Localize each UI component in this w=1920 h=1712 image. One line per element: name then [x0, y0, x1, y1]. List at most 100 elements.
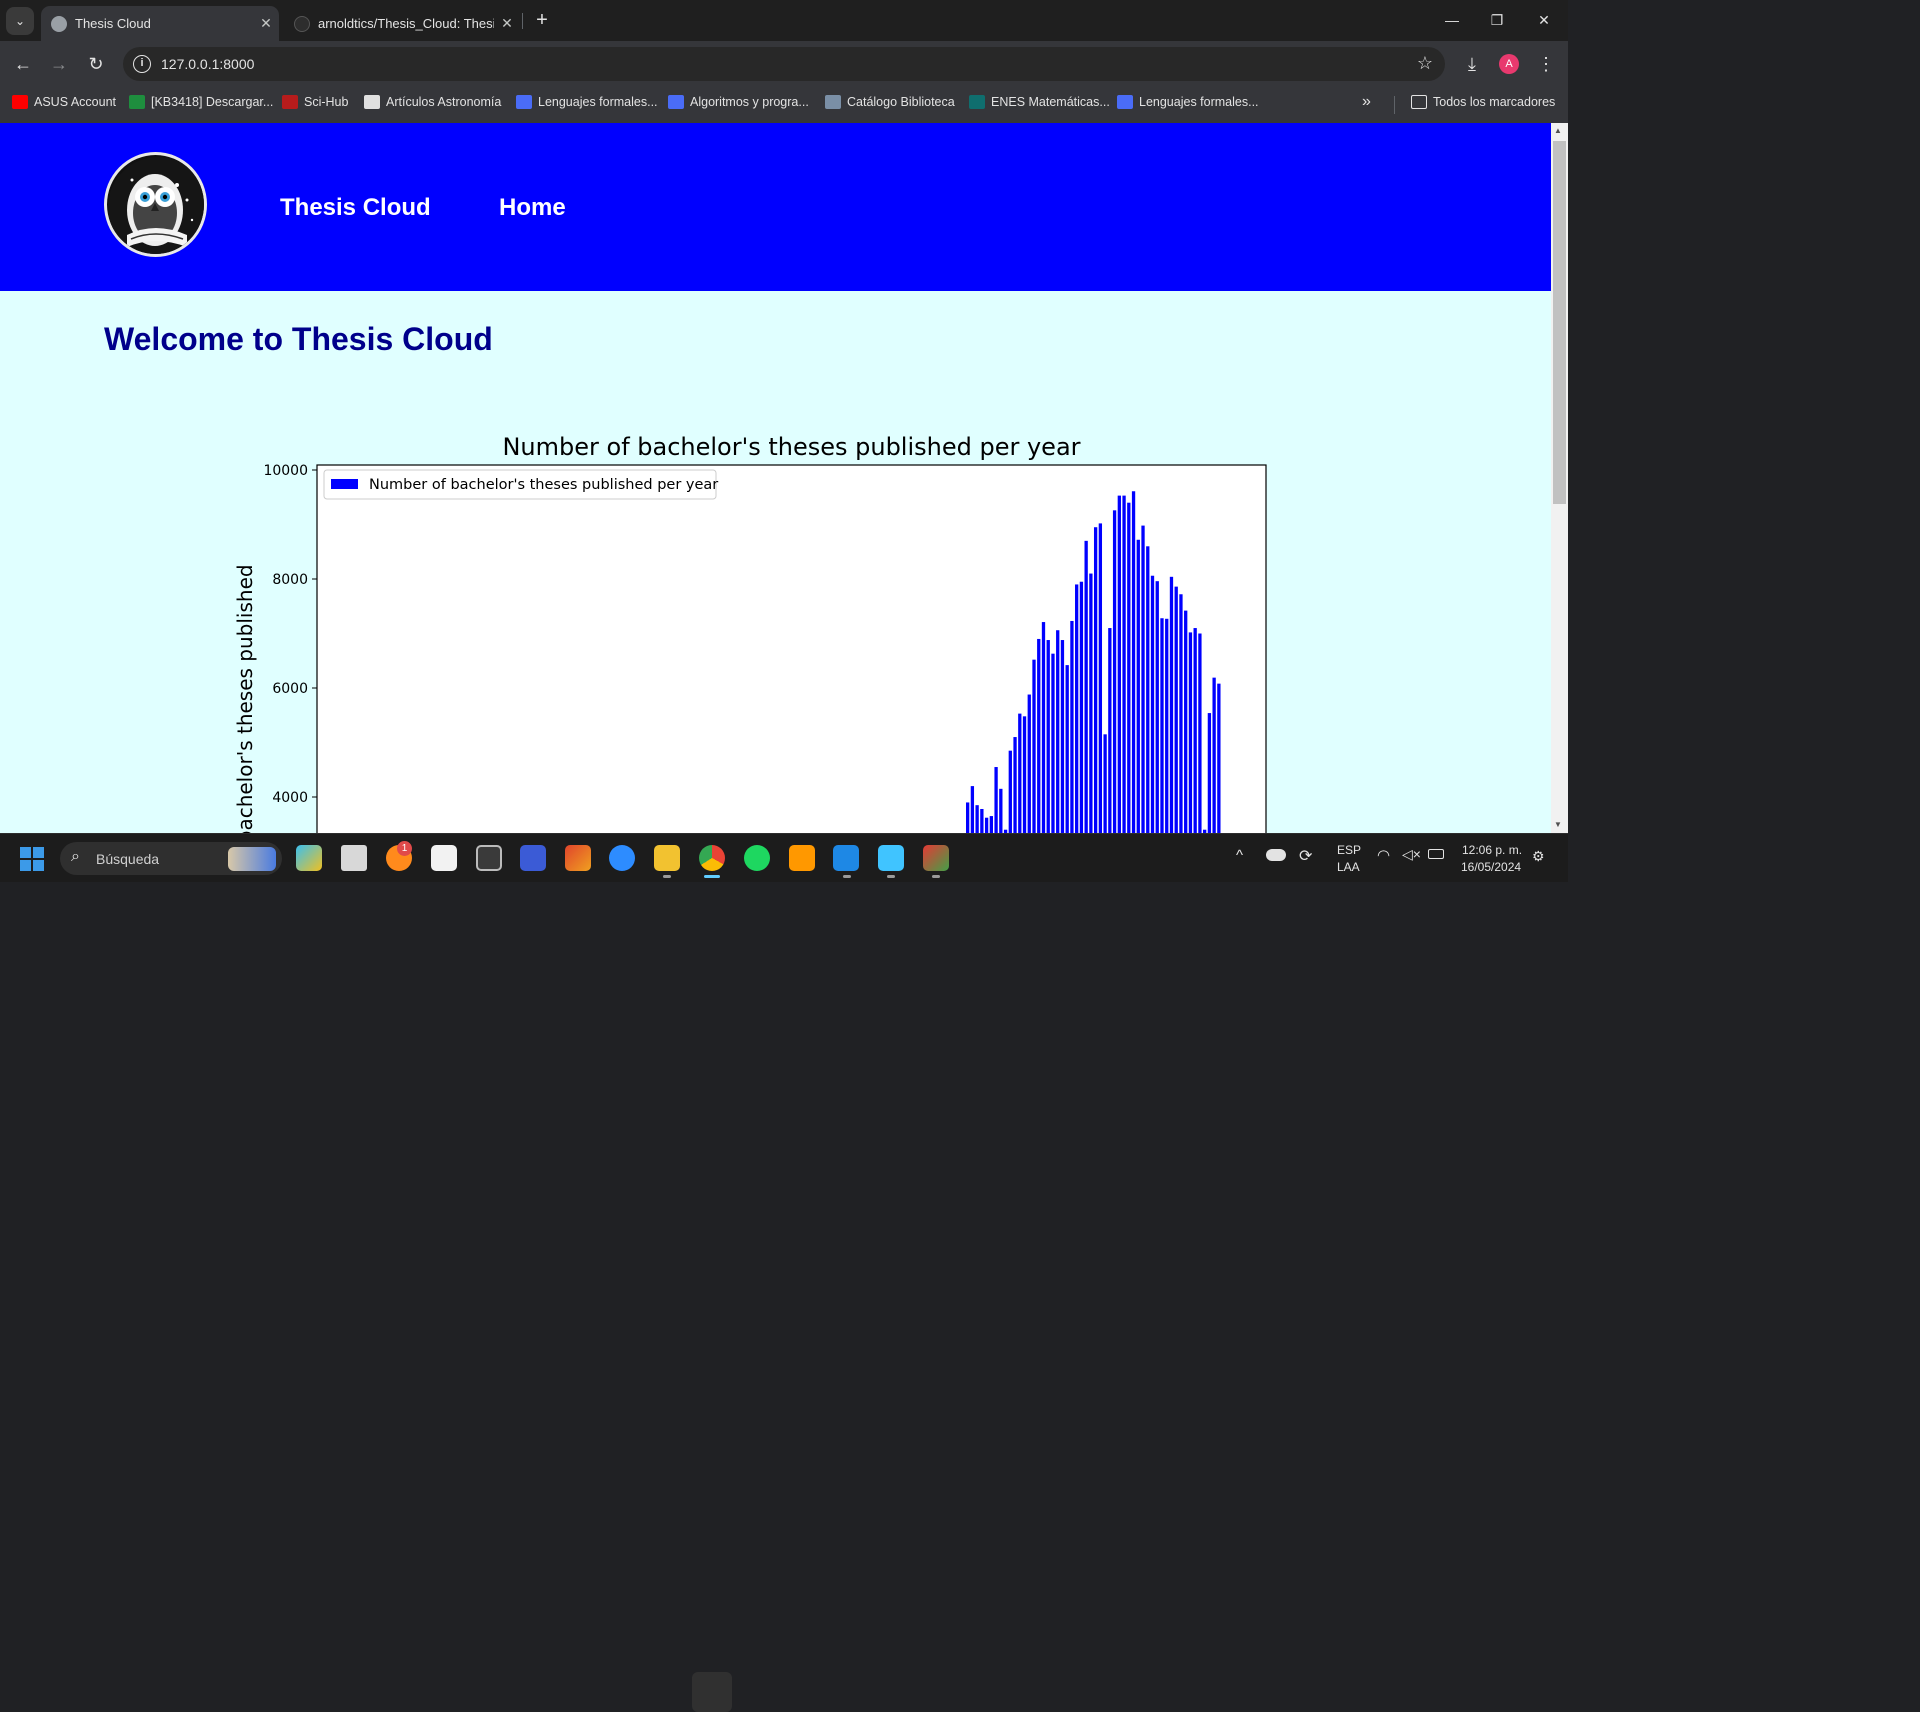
- tab-thesis-cloud[interactable]: Thesis Cloud ✕: [41, 6, 279, 41]
- windows-start-icon[interactable]: [20, 847, 44, 871]
- y-tick-label: 4000: [272, 790, 308, 806]
- app-icon[interactable]: [520, 845, 546, 871]
- scroll-down-icon[interactable]: ▼: [1554, 820, 1562, 829]
- close-tab-icon[interactable]: ✕: [253, 15, 279, 32]
- theses-per-year-chart: Number of bachelor's theses published pe…: [225, 428, 1285, 833]
- bar: [1122, 495, 1126, 833]
- active-indicator: [704, 875, 720, 878]
- zoom-icon[interactable]: [609, 845, 635, 871]
- bookmark-label: Algoritmos y progra...: [690, 95, 809, 109]
- forward-button[interactable]: →: [45, 50, 73, 78]
- all-bookmarks-label: Todos los marcadores: [1433, 95, 1556, 109]
- y-tick-label: 10000: [263, 463, 308, 479]
- bookmark-favicon-icon: [825, 95, 841, 109]
- show-hidden-icons[interactable]: ^: [1236, 847, 1243, 864]
- notepad-icon[interactable]: [878, 845, 904, 871]
- youtube-icon: [12, 95, 28, 109]
- bookmark-item[interactable]: Catálogo Biblioteca: [825, 95, 955, 109]
- vscode-icon[interactable]: [833, 845, 859, 871]
- bar: [1127, 502, 1131, 833]
- keyboard-layout[interactable]: LAA: [1337, 860, 1360, 874]
- copilot-icon[interactable]: [296, 845, 322, 871]
- running-indicator: [843, 875, 851, 878]
- bar: [1217, 683, 1221, 833]
- owl-logo[interactable]: [104, 152, 207, 257]
- bookmark-label: Artículos Astronomía: [386, 95, 502, 109]
- bookmark-label: Lenguajes formales...: [1139, 95, 1259, 109]
- wifi-icon[interactable]: ◠: [1377, 846, 1390, 864]
- bar: [999, 788, 1003, 833]
- notifications-icon[interactable]: ⚙: [1532, 848, 1545, 865]
- clock-time[interactable]: 12:06 p. m.: [1462, 843, 1522, 857]
- microsoft-store-icon[interactable]: [431, 845, 457, 871]
- app-icon[interactable]: [476, 845, 502, 871]
- bookmark-item[interactable]: Algoritmos y progra...: [668, 95, 809, 109]
- sync-icon[interactable]: ⟳: [1299, 846, 1312, 866]
- bar: [1008, 750, 1012, 833]
- all-bookmarks-button[interactable]: Todos los marcadores: [1411, 95, 1555, 109]
- restore-button[interactable]: ❐: [1474, 6, 1520, 34]
- scroll-up-icon[interactable]: ▲: [1554, 126, 1562, 135]
- profile-avatar[interactable]: A: [1499, 54, 1519, 74]
- nav-thesis-cloud[interactable]: Thesis Cloud: [280, 194, 431, 222]
- address-bar[interactable]: i 127.0.0.1:8000 ☆: [123, 47, 1445, 81]
- scrollbar-thumb[interactable]: [1553, 141, 1566, 504]
- app-icon[interactable]: [565, 845, 591, 871]
- bar: [1037, 638, 1041, 833]
- taskbar-search[interactable]: ⌕ Búsqueda: [60, 842, 282, 875]
- minimize-button[interactable]: —: [1429, 6, 1475, 34]
- bookmark-item[interactable]: Artículos Astronomía: [364, 95, 501, 109]
- bookmark-item[interactable]: Sci-Hub: [282, 95, 348, 109]
- bar: [1136, 539, 1140, 833]
- bookmark-item[interactable]: Lenguajes formales...: [1117, 95, 1259, 109]
- bar: [1075, 584, 1079, 833]
- site-info-icon[interactable]: i: [133, 55, 151, 73]
- bar: [1022, 716, 1027, 833]
- site-header: Thesis Cloud Home: [0, 123, 1551, 291]
- sublime-text-icon[interactable]: [789, 845, 815, 871]
- bookmark-item[interactable]: ASUS Account: [12, 95, 116, 109]
- reload-button[interactable]: ↻: [82, 50, 110, 78]
- tab-divider: [522, 13, 523, 29]
- bookmark-label: [KB3418] Descargar...: [151, 95, 274, 109]
- bookmark-item[interactable]: [KB3418] Descargar...: [129, 95, 273, 109]
- page-scrollbar[interactable]: ▲ ▼: [1551, 123, 1568, 833]
- menu-icon[interactable]: ⋮: [1532, 50, 1560, 78]
- git-icon[interactable]: [923, 845, 949, 871]
- bar: [1013, 737, 1017, 833]
- tab-search-button[interactable]: ⌄: [6, 7, 34, 35]
- bar: [1184, 610, 1188, 833]
- tab-github[interactable]: arnoldtics/Thesis_Cloud: Thesis ✕: [284, 6, 520, 41]
- battery-icon[interactable]: [1428, 849, 1444, 859]
- more-bookmarks-icon[interactable]: »: [1362, 93, 1371, 111]
- language-code[interactable]: ESP: [1337, 843, 1361, 857]
- legend-swatch: [331, 479, 358, 489]
- bar: [1065, 665, 1069, 833]
- volume-muted-icon[interactable]: ◁×: [1402, 846, 1421, 863]
- url-text[interactable]: 127.0.0.1:8000: [161, 56, 254, 72]
- windows-taskbar: ⌕ Búsqueda 1 ^ ⟳ ESP LAA ◠ ◁× 12:06 p. m…: [0, 833, 1568, 1712]
- bar: [980, 808, 984, 833]
- nav-home[interactable]: Home: [499, 194, 566, 222]
- task-view-icon[interactable]: [341, 845, 367, 871]
- bar: [1193, 628, 1197, 833]
- bookmark-item[interactable]: ENES Matemáticas...: [969, 95, 1110, 109]
- bar: [1041, 622, 1046, 833]
- bookmark-star-icon[interactable]: ☆: [1417, 53, 1433, 74]
- download-icon[interactable]: ⤓: [1458, 50, 1486, 78]
- active-app-highlight: [692, 1672, 732, 1712]
- file-explorer-icon[interactable]: [654, 845, 680, 871]
- onedrive-icon[interactable]: [1266, 849, 1286, 861]
- notification-badge: 1: [397, 841, 412, 856]
- close-tab-icon[interactable]: ✕: [494, 15, 520, 32]
- new-tab-button[interactable]: +: [530, 8, 554, 32]
- bookmark-item[interactable]: Lenguajes formales...: [516, 95, 658, 109]
- bookmark-label: Catálogo Biblioteca: [847, 95, 955, 109]
- close-window-button[interactable]: ✕: [1521, 6, 1567, 34]
- bar: [1084, 540, 1088, 833]
- spotify-icon[interactable]: [744, 845, 770, 871]
- bar: [1169, 576, 1174, 833]
- clock-date[interactable]: 16/05/2024: [1461, 860, 1521, 874]
- chrome-icon[interactable]: [699, 845, 725, 871]
- back-button[interactable]: ←: [9, 50, 37, 78]
